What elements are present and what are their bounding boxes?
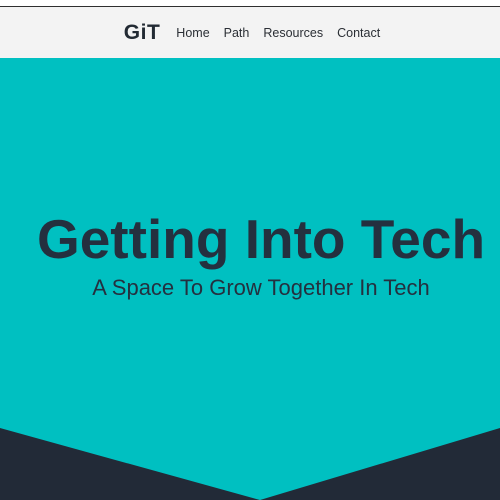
nav-link-path[interactable]: Path — [224, 26, 250, 40]
nav-link-home[interactable]: Home — [176, 26, 209, 40]
nav-bar-inner: GiT Home Path Resources Contact — [124, 21, 380, 45]
navbar: GiT Home Path Resources Contact — [0, 7, 500, 58]
page: GiT Home Path Resources Contact Getting … — [0, 0, 500, 500]
nav-link-resources[interactable]: Resources — [263, 26, 323, 40]
window-top-edge — [0, 0, 500, 7]
hero-section: Getting Into Tech A Space To Grow Togeth… — [0, 58, 500, 500]
hero-chevron-decoration — [0, 428, 500, 500]
site-logo[interactable]: GiT — [124, 21, 161, 45]
chevron-polygon-right — [260, 428, 500, 500]
nav-link-contact[interactable]: Contact — [337, 26, 380, 40]
chevron-polygon — [0, 428, 260, 500]
